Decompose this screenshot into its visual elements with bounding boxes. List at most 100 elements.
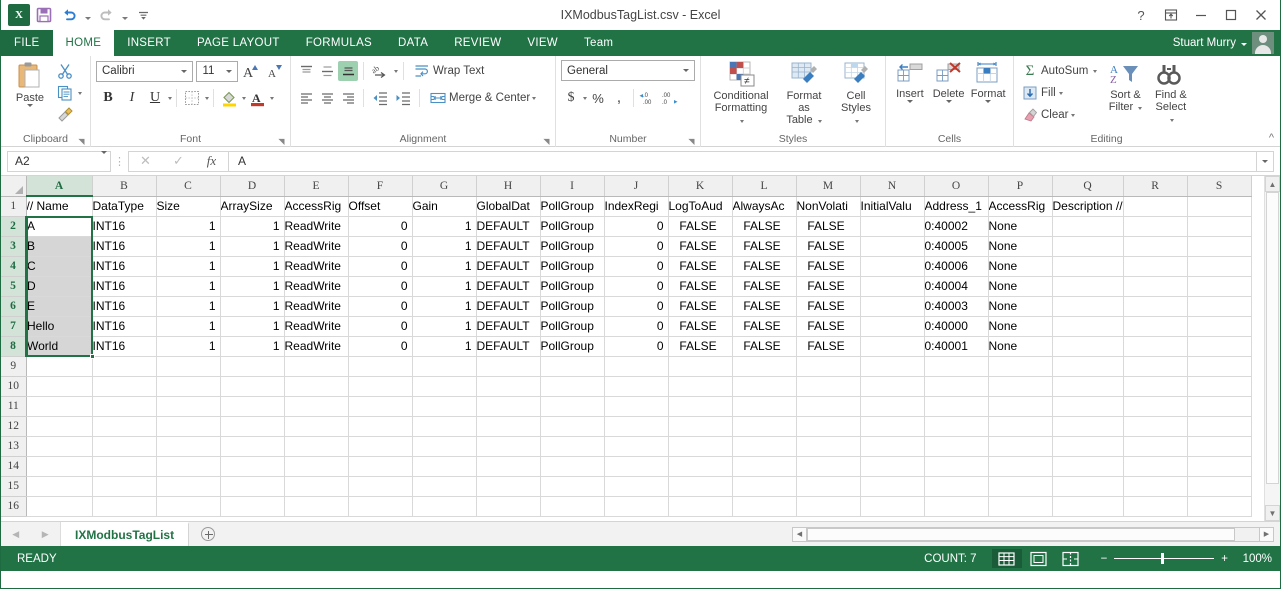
cell-J3[interactable]: 0: [604, 236, 669, 257]
bold-button[interactable]: B: [96, 87, 120, 109]
font-dialog-launcher-icon[interactable]: ◥: [277, 137, 286, 146]
cell-O4[interactable]: 0:40006: [924, 256, 989, 277]
cell-K10[interactable]: [668, 376, 733, 397]
cell-L7[interactable]: FALSE: [732, 316, 797, 337]
cell-R11[interactable]: [1123, 396, 1188, 417]
column-header-L[interactable]: L: [732, 176, 797, 197]
row-header-1[interactable]: 1: [1, 196, 27, 217]
column-header-G[interactable]: G: [412, 176, 477, 197]
cancel-entry-icon[interactable]: ✕: [129, 152, 162, 171]
redo-icon[interactable]: [94, 4, 118, 26]
cell-F13[interactable]: [348, 436, 413, 457]
cell-M14[interactable]: [796, 456, 861, 477]
italic-button[interactable]: I: [120, 87, 144, 109]
find-select-dropdown-icon[interactable]: [1169, 119, 1174, 122]
cell-C16[interactable]: [156, 496, 221, 517]
cell-M1[interactable]: NonVolati: [796, 196, 861, 217]
copy-icon[interactable]: [54, 82, 76, 104]
cell-B7[interactable]: INT16: [92, 316, 157, 337]
cell-C13[interactable]: [156, 436, 221, 457]
cell-E4[interactable]: ReadWrite: [284, 256, 349, 277]
cell-J10[interactable]: [604, 376, 669, 397]
cell-H11[interactable]: [476, 396, 541, 417]
cell-S11[interactable]: [1187, 396, 1252, 417]
format-as-table-dropdown-icon[interactable]: [817, 120, 822, 123]
cell-E14[interactable]: [284, 456, 349, 477]
cell-I1[interactable]: PollGroup: [540, 196, 605, 217]
cell-M8[interactable]: FALSE: [796, 336, 861, 357]
cell-R6[interactable]: [1123, 296, 1188, 317]
cell-D11[interactable]: [220, 396, 285, 417]
cell-K1[interactable]: LogToAud: [668, 196, 733, 217]
autosum-dropdown-icon[interactable]: [1093, 69, 1098, 73]
tab-data[interactable]: DATA: [385, 30, 441, 56]
tab-formulas[interactable]: FORMULAS: [293, 30, 385, 56]
cell-N5[interactable]: [860, 276, 925, 297]
cell-G3[interactable]: 1: [412, 236, 477, 257]
fill-button[interactable]: Fill: [1019, 82, 1103, 104]
cell-R10[interactable]: [1123, 376, 1188, 397]
cell-S14[interactable]: [1187, 456, 1252, 477]
cell-K3[interactable]: FALSE: [668, 236, 733, 257]
font-size-combo[interactable]: 11: [196, 60, 239, 82]
cell-A12[interactable]: [26, 416, 93, 437]
cell-G4[interactable]: 1: [412, 256, 477, 277]
cell-A11[interactable]: [26, 396, 93, 417]
cell-P1[interactable]: AccessRig: [988, 196, 1053, 217]
cell-J12[interactable]: [604, 416, 669, 437]
row-header-6[interactable]: 6: [1, 296, 27, 317]
cell-N10[interactable]: [860, 376, 925, 397]
formula-input[interactable]: A: [228, 150, 1257, 172]
cell-A2[interactable]: A: [26, 216, 93, 237]
center-align-icon[interactable]: [317, 88, 337, 108]
cell-D2[interactable]: 1: [220, 216, 285, 237]
cell-B16[interactable]: [92, 496, 157, 517]
cell-P9[interactable]: [988, 356, 1053, 377]
cell-O14[interactable]: [924, 456, 989, 477]
orientation-icon[interactable]: ab: [369, 60, 391, 82]
cell-H14[interactable]: [476, 456, 541, 477]
cell-M9[interactable]: [796, 356, 861, 377]
increase-indent-icon[interactable]: [392, 87, 414, 109]
cell-E12[interactable]: [284, 416, 349, 437]
cell-A5[interactable]: D: [26, 276, 93, 297]
underline-dropdown-icon[interactable]: [168, 96, 172, 100]
undo-dropdown-icon[interactable]: [82, 4, 93, 26]
column-header-B[interactable]: B: [92, 176, 157, 197]
cell-C8[interactable]: 1: [156, 336, 221, 357]
zoom-slider[interactable]: [1114, 553, 1215, 564]
cell-C7[interactable]: 1: [156, 316, 221, 337]
cell-B11[interactable]: [92, 396, 157, 417]
zoom-slider-knob[interactable]: [1161, 553, 1165, 564]
cell-L13[interactable]: [732, 436, 797, 457]
cell-M6[interactable]: FALSE: [796, 296, 861, 317]
cell-L15[interactable]: [732, 476, 797, 497]
row-header-3[interactable]: 3: [1, 236, 27, 257]
cell-A1[interactable]: // Name: [26, 196, 93, 217]
cell-I9[interactable]: [540, 356, 605, 377]
cell-L8[interactable]: FALSE: [732, 336, 797, 357]
previous-sheet-icon[interactable]: ◀: [12, 529, 19, 540]
cell-R12[interactable]: [1123, 416, 1188, 437]
cell-H7[interactable]: DEFAULT: [476, 316, 541, 337]
cell-E6[interactable]: ReadWrite: [284, 296, 349, 317]
cell-K4[interactable]: FALSE: [668, 256, 733, 277]
row-header-13[interactable]: 13: [1, 436, 27, 457]
row-header-16[interactable]: 16: [1, 496, 27, 517]
cell-O16[interactable]: [924, 496, 989, 517]
cell-P5[interactable]: None: [988, 276, 1053, 297]
cell-G15[interactable]: [412, 476, 477, 497]
paste-button[interactable]: Paste: [6, 59, 54, 132]
cell-S7[interactable]: [1187, 316, 1252, 337]
cell-Q15[interactable]: [1052, 476, 1124, 497]
cell-P10[interactable]: [988, 376, 1053, 397]
cell-Q1[interactable]: Description //: [1052, 196, 1124, 217]
cell-N16[interactable]: [860, 496, 925, 517]
cell-D13[interactable]: [220, 436, 285, 457]
cell-F14[interactable]: [348, 456, 413, 477]
cell-I12[interactable]: [540, 416, 605, 437]
cell-E15[interactable]: [284, 476, 349, 497]
cell-M11[interactable]: [796, 396, 861, 417]
align-left-icon[interactable]: [296, 88, 316, 108]
column-header-K[interactable]: K: [668, 176, 733, 197]
